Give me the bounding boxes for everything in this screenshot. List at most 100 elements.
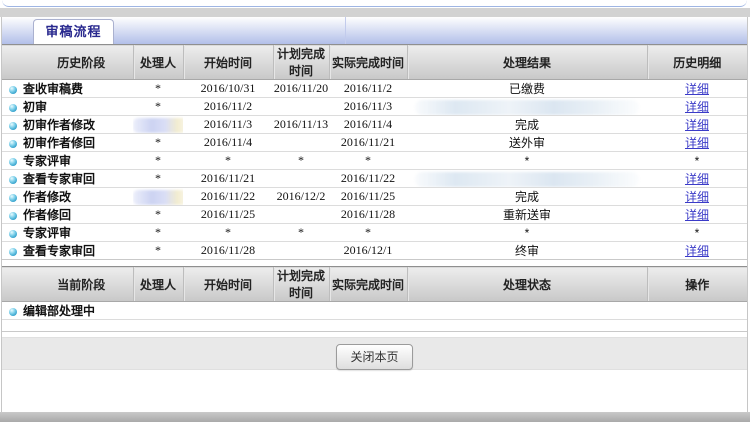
- handler-cell: *: [133, 169, 183, 188]
- planned-value: 2016/11/20: [273, 81, 329, 95]
- redaction-blur: [415, 99, 639, 115]
- actual-cell: 2016/12/1: [329, 241, 407, 260]
- actual-value: 2016/11/22: [340, 171, 396, 185]
- current-header-row: 当前阶段 处理人 开始时间 计划完成时间 实际完成时间 处理状态 操作: [2, 266, 747, 302]
- stage-bullet-icon: [9, 140, 17, 148]
- result-cell: [407, 169, 647, 188]
- redaction-blur: [133, 189, 183, 205]
- history-table: 历史阶段 处理人 开始时间 计划完成时间 实际完成时间 处理结果 历史明细 查收审稿费 * 20…: [2, 44, 747, 260]
- detail-link[interactable]: 详细: [685, 190, 709, 204]
- content-panel: 审稿流程 历史阶段 处理人 开始时间 计划完成时间 实际完成时间 处理结果 历史明细 查收审…: [1, 17, 748, 412]
- handler-value: *: [155, 99, 161, 113]
- page: 审稿流程 历史阶段 处理人 开始时间 计划完成时间 实际完成时间 处理结果 历史明细 查收审…: [0, 0, 750, 422]
- detail-link[interactable]: 详细: [685, 244, 709, 258]
- detail-text: *: [694, 153, 700, 168]
- actual-cell: *: [329, 223, 407, 242]
- top-panel-edge: [2, 0, 747, 7]
- stage-bullet-icon: [9, 194, 17, 202]
- detail-link[interactable]: 详细: [685, 82, 709, 96]
- result-cell: 重新送审: [407, 205, 647, 224]
- current-table: 当前阶段 处理人 开始时间 计划完成时间 实际完成时间 处理状态 操作 编辑部处理中: [2, 266, 747, 332]
- actual-value: 2016/11/21: [340, 135, 396, 149]
- tab-review-process[interactable]: 审稿流程: [33, 19, 114, 44]
- detail-cell: 详细: [647, 241, 747, 260]
- stage-cell: 作者修改: [2, 187, 133, 206]
- detail-link[interactable]: 详细: [685, 172, 709, 186]
- handler-cell: *: [133, 133, 183, 152]
- close-page-button[interactable]: 关闭本页: [336, 344, 413, 370]
- planned-value: *: [298, 225, 304, 239]
- handler-cell: *: [133, 223, 183, 242]
- planned-cell: [273, 133, 329, 152]
- actual-value: 2016/11/25: [340, 189, 396, 203]
- stage-cell: 初审: [2, 97, 133, 116]
- stage-bullet-icon: [9, 104, 17, 112]
- start-cell: 2016/11/2: [183, 97, 273, 116]
- detail-cell: 详细: [647, 187, 747, 206]
- redaction-blur: [415, 171, 639, 187]
- handler-value: *: [155, 243, 161, 257]
- planned-value: 2016/11/13: [273, 117, 329, 131]
- handler-value: *: [155, 225, 161, 239]
- stage-cell: 专家评审: [2, 151, 133, 170]
- column-header: 处理状态: [406, 266, 647, 302]
- planned-cell: [273, 301, 329, 320]
- detail-link[interactable]: 详细: [685, 118, 709, 132]
- table-row: 专家评审 * * * * * *: [2, 151, 747, 170]
- stage-cell: 查看专家审回: [2, 241, 133, 260]
- start-value: *: [225, 225, 231, 239]
- column-header: 当前阶段: [2, 266, 133, 302]
- handler-cell: [133, 301, 183, 320]
- detail-link[interactable]: 详细: [685, 100, 709, 114]
- start-value: 2016/11/22: [200, 189, 256, 203]
- footer-bar: [0, 412, 750, 422]
- start-value: 2016/11/28: [200, 243, 256, 257]
- actual-cell: 2016/11/3: [329, 97, 407, 116]
- stage-cell: 初审作者修回: [2, 133, 133, 152]
- detail-cell: 详细: [647, 97, 747, 116]
- planned-cell: *: [273, 223, 329, 242]
- result-cell: 已缴费: [407, 79, 647, 98]
- table-row: 初审 * 2016/11/2 2016/11/3 详细: [2, 97, 747, 116]
- start-value: 2016/11/4: [203, 135, 253, 149]
- table-row: 作者修回 * 2016/11/25 2016/11/28 重新送审 详细: [2, 205, 747, 224]
- stage-label: 作者修回: [23, 208, 72, 222]
- actual-cell: *: [329, 151, 407, 170]
- actual-cell: 2016/11/2: [329, 79, 407, 98]
- planned-cell: 2016/11/13: [273, 115, 329, 134]
- stage-cell: 作者修回: [2, 205, 133, 224]
- stage-label: 专家评审: [23, 154, 72, 168]
- detail-text: *: [694, 225, 700, 240]
- result-cell: [407, 97, 647, 116]
- result-cell: *: [407, 151, 647, 170]
- table-row: 编辑部处理中: [2, 301, 747, 320]
- detail-cell: 详细: [647, 115, 747, 134]
- table-row: 初审作者修回 * 2016/11/4 2016/11/21 送外审 详细: [2, 133, 747, 152]
- handler-cell: [133, 187, 183, 206]
- redaction-blur: [133, 117, 183, 133]
- actual-cell: 2016/11/28: [329, 205, 407, 224]
- column-header: 计划完成时间: [272, 266, 329, 302]
- detail-link[interactable]: 详细: [685, 136, 709, 150]
- table-row: 作者修改 2016/11/22 2016/12/2 2016/11/25 完成 详细: [2, 187, 747, 206]
- table-row: 查收审稿费 * 2016/10/31 2016/11/20 2016/11/2 已缴费 详细: [2, 79, 747, 98]
- actual-value: 2016/11/3: [343, 99, 393, 113]
- page-gap-band: [0, 8, 750, 17]
- stage-label: 查看专家审回: [23, 172, 96, 186]
- planned-value: *: [298, 153, 304, 167]
- result-cell: 完成: [407, 187, 647, 206]
- stage-bullet-icon: [9, 176, 17, 184]
- start-cell: 2016/10/31: [183, 79, 273, 98]
- column-header: 操作: [646, 266, 747, 302]
- handler-cell: [133, 115, 183, 134]
- result-cell: 送外审: [407, 133, 647, 152]
- detail-link[interactable]: 详细: [685, 208, 709, 222]
- column-header: 处理人: [132, 44, 183, 80]
- detail-cell: 详细: [647, 79, 747, 98]
- column-header: 计划完成时间: [272, 44, 329, 80]
- stage-cell: 编辑部处理中: [2, 301, 133, 320]
- column-header: 开始时间: [182, 266, 273, 302]
- handler-cell: *: [133, 97, 183, 116]
- stage-cell: 初审作者修改: [2, 115, 133, 134]
- result-cell: [407, 301, 647, 320]
